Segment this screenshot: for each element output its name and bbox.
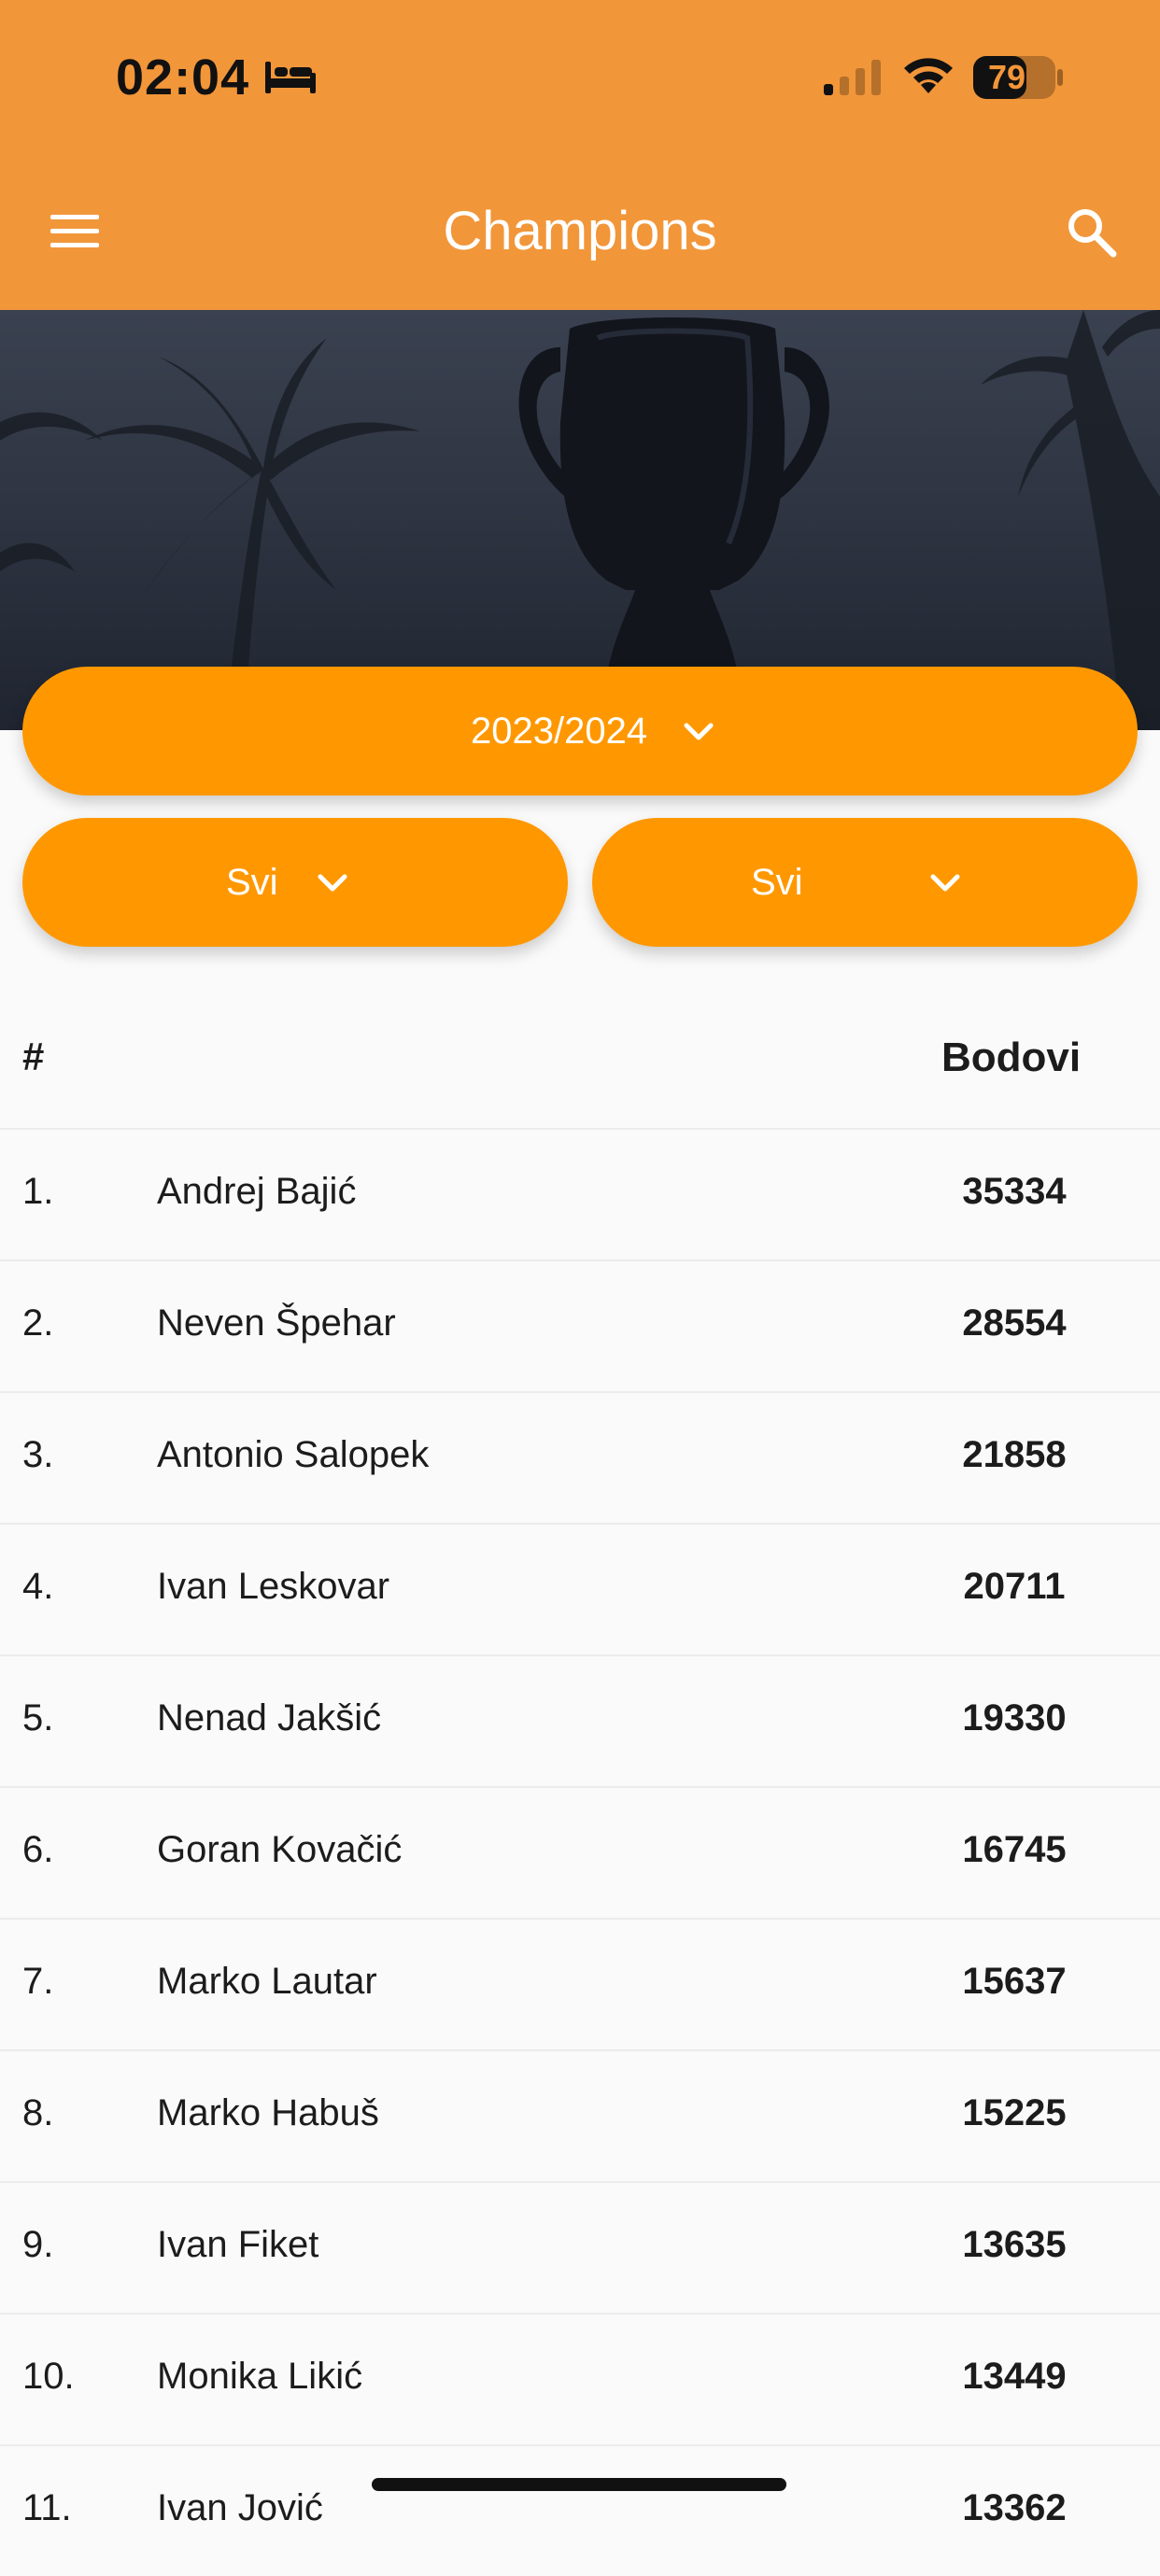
points-cell: 16745 [962, 1829, 1067, 1870]
rank-column-header: # [22, 1035, 45, 1078]
leaderboard-row[interactable]: 5. Nenad Jakšić 19330 [0, 1654, 1160, 1786]
points-cell: 20711 [963, 1566, 1066, 1607]
player-name-cell: Ivan Leskovar [157, 1566, 390, 1607]
wifi-icon [904, 58, 953, 93]
sleep-focus-icon [265, 62, 316, 93]
chevron-down-icon [684, 723, 714, 740]
rank-cell: 1. [22, 1171, 54, 1212]
player-name-cell: Marko Lautar [157, 1961, 377, 2002]
cellular-signal-icon [824, 60, 881, 95]
season-dropdown-value: 2023/2024 [471, 711, 648, 752]
player-name-cell: Monika Likić [157, 2356, 363, 2397]
search-icon[interactable] [1065, 205, 1119, 260]
points-column-header: Bodovi [941, 1035, 1082, 1080]
category-dropdown-value: Svi [226, 862, 278, 903]
points-cell: 19330 [962, 1697, 1067, 1738]
leaderboard-row[interactable]: 4. Ivan Leskovar 20711 [0, 1523, 1160, 1654]
leaderboard-row[interactable]: 1. Andrej Bajić 35334 [0, 1128, 1160, 1260]
home-indicator[interactable] [372, 2478, 786, 2491]
rank-cell: 11. [22, 2487, 72, 2528]
season-dropdown[interactable]: 2023/2024 [22, 667, 1138, 795]
battery-percent: 79 [987, 58, 1026, 96]
points-cell: 13362 [962, 2487, 1067, 2528]
rank-cell: 2. [22, 1302, 54, 1344]
leaderboard-row[interactable]: 11. Ivan Jović 13362 [0, 2444, 1160, 2576]
leaderboard-row[interactable]: 10. Monika Likić 13449 [0, 2313, 1160, 2444]
battery-cap [1057, 69, 1063, 86]
points-cell: 35334 [962, 1171, 1067, 1212]
rank-cell: 7. [22, 1961, 54, 2002]
group-dropdown[interactable]: Svi [592, 818, 1138, 947]
player-name-cell: Marko Habuš [157, 2092, 379, 2133]
rank-cell: 8. [22, 2092, 54, 2133]
player-name-cell: Andrej Bajić [157, 1171, 357, 1212]
page-title: Champions [443, 201, 717, 261]
rank-cell: 5. [22, 1697, 54, 1738]
player-name-cell: Antonio Salopek [157, 1434, 430, 1475]
leaderboard-row[interactable]: 6. Goran Kovačić 16745 [0, 1786, 1160, 1918]
points-cell: 28554 [962, 1302, 1067, 1344]
category-dropdown[interactable]: Svi [22, 818, 568, 947]
rank-cell: 4. [22, 1566, 54, 1607]
leaderboard-list: 1. Andrej Bajić 35334 2. Neven Špehar 28554 3.… [0, 1128, 1160, 2576]
leaderboard-row[interactable]: 3. Antonio Salopek 21858 [0, 1391, 1160, 1523]
leaderboard-row[interactable]: 9. Ivan Fiket 13635 [0, 2181, 1160, 2313]
player-name-cell: Ivan Jović [157, 2487, 323, 2528]
player-name-cell: Ivan Fiket [157, 2224, 319, 2265]
points-cell: 15225 [962, 2092, 1067, 2133]
status-time: 02:04 [116, 49, 250, 106]
app-bar: 02:04 79 Champions [0, 0, 1160, 310]
rank-cell: 3. [22, 1434, 54, 1475]
points-cell: 21858 [962, 1434, 1067, 1475]
player-name-cell: Goran Kovačić [157, 1829, 403, 1870]
table-header: # Bodovi [0, 999, 1160, 1128]
chevron-down-icon [930, 874, 960, 892]
leaderboard-row[interactable]: 8. Marko Habuš 15225 [0, 2049, 1160, 2181]
points-cell: 15637 [962, 1961, 1067, 2002]
player-name-cell: Nenad Jakšić [157, 1697, 382, 1738]
group-dropdown-value: Svi [751, 862, 803, 903]
leaderboard-row[interactable]: 2. Neven Špehar 28554 [0, 1260, 1160, 1391]
battery-icon: 79 [973, 56, 1055, 99]
player-name-cell: Neven Špehar [157, 1302, 396, 1344]
points-cell: 13635 [962, 2224, 1067, 2265]
rank-cell: 10. [22, 2356, 75, 2397]
chevron-down-icon [318, 874, 347, 892]
rank-cell: 9. [22, 2224, 54, 2265]
points-cell: 13449 [962, 2356, 1067, 2397]
leaderboard-row[interactable]: 7. Marko Lautar 15637 [0, 1918, 1160, 2049]
rank-cell: 6. [22, 1829, 54, 1870]
